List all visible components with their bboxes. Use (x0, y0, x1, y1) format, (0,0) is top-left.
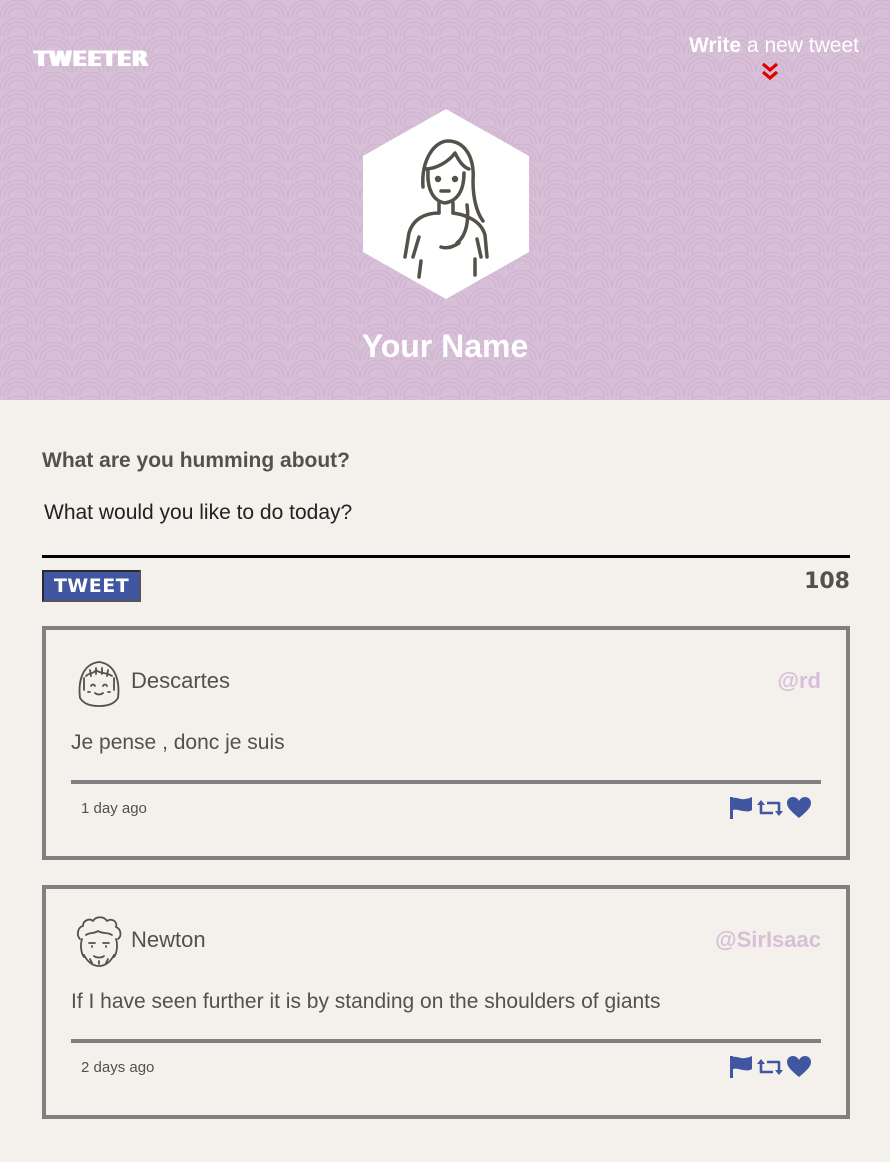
tweet-author-name: Descartes (131, 668, 231, 693)
flag-icon[interactable] (728, 796, 754, 820)
tweet-actions (728, 796, 812, 820)
write-link-bold: Write (688, 34, 742, 57)
tweet-author-name: Newton (131, 927, 206, 952)
tweet-divider (71, 780, 821, 784)
character-counter: 108 (804, 569, 850, 594)
profile-name: Your Name (361, 328, 529, 364)
tweet-submit-button[interactable]: TWEET (42, 570, 141, 602)
tweet-author-handle[interactable]: @SirIsaac (715, 927, 821, 953)
write-new-tweet-link[interactable]: Write a new tweet (689, 34, 859, 58)
profile-header: TWEETER Write a new tweet Your Name (0, 0, 890, 400)
tweet-card: Newton @SirIsaac If I have seen further … (42, 885, 850, 1119)
flag-icon[interactable] (728, 1055, 754, 1079)
avatar (78, 661, 120, 707)
tweet-card: Descartes @rd Je pense , donc je suis 1 … (42, 626, 850, 860)
tweet-divider (71, 1039, 821, 1043)
brand-logo[interactable]: TWEETER (34, 47, 149, 71)
tweet-text: Je pense , donc je suis (71, 731, 285, 754)
avatar (76, 916, 122, 967)
composer-label: What are you humming about? (42, 449, 350, 472)
tweet-author-handle[interactable]: @rd (778, 668, 821, 694)
profile-avatar (363, 109, 529, 299)
double-chevron-down-icon[interactable] (761, 62, 779, 82)
tweet-text: If I have seen further it is by standing… (71, 990, 661, 1013)
heart-icon[interactable] (786, 1055, 812, 1079)
tweet-input[interactable] (42, 494, 850, 558)
tweet-timestamp: 1 day ago (81, 800, 147, 817)
heart-icon[interactable] (786, 796, 812, 820)
retweet-icon[interactable] (757, 1055, 783, 1079)
tweet-timestamp: 2 days ago (81, 1059, 155, 1076)
tweet-actions (728, 1055, 812, 1079)
write-link-rest: a new tweet (741, 34, 859, 57)
retweet-icon[interactable] (757, 796, 783, 820)
